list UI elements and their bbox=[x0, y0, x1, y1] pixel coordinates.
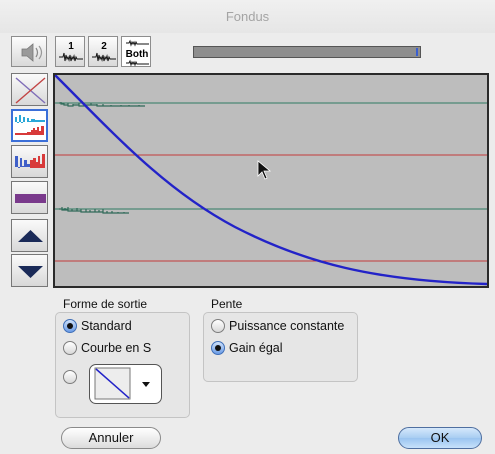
zoom-up-button[interactable] bbox=[11, 219, 48, 252]
both-waveform-icon: Both bbox=[126, 39, 149, 67]
radio-button[interactable] bbox=[63, 341, 77, 355]
linear-curve-icon bbox=[94, 367, 150, 400]
triangle-down-icon bbox=[18, 266, 43, 278]
progress-indicator bbox=[416, 48, 418, 56]
window-title: Fondus bbox=[225, 9, 270, 24]
pente-option-constant-power[interactable]: Puissance constante bbox=[211, 317, 344, 335]
forme-option-standard[interactable]: Standard bbox=[63, 317, 132, 335]
pente-group-label: Pente bbox=[211, 297, 243, 311]
track-2-label: 2 bbox=[101, 41, 107, 52]
radio-button[interactable] bbox=[63, 370, 77, 384]
both-tracks-button[interactable]: Both bbox=[121, 36, 151, 67]
x-icon bbox=[15, 77, 46, 104]
forme-option-label: Courbe en S bbox=[81, 341, 152, 355]
forme-group-label: Forme de sortie bbox=[63, 297, 148, 311]
forme-option-s-curve[interactable]: Courbe en S bbox=[63, 339, 151, 357]
pente-option-label: Puissance constante bbox=[229, 319, 345, 333]
progress-bar bbox=[193, 46, 421, 58]
radio-button-selected[interactable] bbox=[63, 319, 77, 333]
zoom-down-button[interactable] bbox=[11, 254, 48, 287]
chevron-down-icon bbox=[142, 382, 150, 387]
forme-option-label: Standard bbox=[81, 319, 132, 333]
waveform-icon: 2 bbox=[92, 41, 116, 62]
curve-shape-select[interactable] bbox=[89, 364, 162, 404]
both-label: Both bbox=[126, 49, 149, 60]
flat-tool[interactable] bbox=[11, 181, 48, 214]
cancel-button[interactable]: Annuler bbox=[61, 427, 161, 449]
speaker-button[interactable] bbox=[11, 36, 47, 67]
track-2-waveform bbox=[59, 207, 129, 214]
pente-option-equal-gain[interactable]: Gain égal bbox=[211, 339, 283, 357]
ok-button[interactable]: OK bbox=[398, 427, 482, 449]
track-2-button[interactable]: 2 bbox=[88, 36, 118, 67]
triangle-up-icon bbox=[18, 230, 43, 242]
no-fade-tool[interactable] bbox=[11, 73, 48, 106]
reverse-fade-tool[interactable] bbox=[11, 145, 48, 178]
fade-waveform-tool[interactable] bbox=[11, 109, 48, 142]
forme-option-custom[interactable] bbox=[63, 368, 81, 386]
radio-button[interactable] bbox=[211, 319, 225, 333]
track-1-label: 1 bbox=[68, 41, 74, 52]
pente-option-label: Gain égal bbox=[229, 341, 283, 355]
flat-bar-icon bbox=[15, 194, 46, 203]
fade-waveform-icon bbox=[15, 115, 45, 135]
radio-button-selected[interactable] bbox=[211, 341, 225, 355]
reverse-fade-icon bbox=[15, 154, 45, 168]
speaker-icon bbox=[21, 43, 43, 62]
fade-editor[interactable] bbox=[53, 73, 489, 288]
fade-graph bbox=[55, 75, 487, 286]
cursor-arrow-icon bbox=[257, 160, 272, 180]
track-1-button[interactable]: 1 bbox=[55, 36, 85, 67]
waveform-icon: 1 bbox=[59, 41, 83, 62]
title-bar: Fondus bbox=[0, 0, 495, 33]
